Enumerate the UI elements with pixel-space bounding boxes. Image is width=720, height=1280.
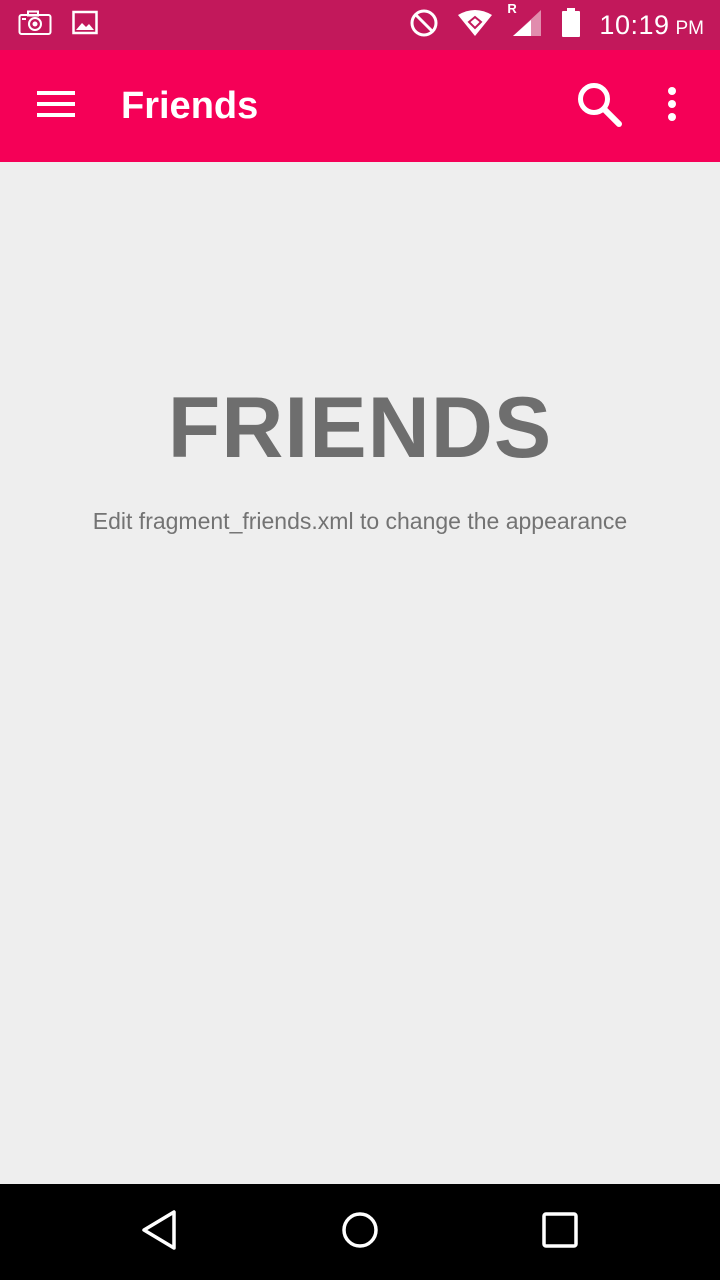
home-icon <box>340 1210 380 1255</box>
system-navigation-bar <box>0 1184 720 1280</box>
roaming-indicator: R <box>507 0 517 16</box>
recents-icon <box>541 1211 579 1254</box>
wifi-icon <box>457 9 493 42</box>
do-not-disturb-icon <box>409 8 439 43</box>
app-bar-title: Friends <box>121 85 259 127</box>
search-button[interactable] <box>568 78 630 134</box>
camera-icon <box>18 10 52 41</box>
navigation-drawer-button[interactable] <box>30 84 82 128</box>
status-time: 10:19 <box>599 9 670 40</box>
notification-icons <box>18 10 118 41</box>
recents-button[interactable] <box>530 1206 590 1258</box>
friends-fragment: FRIENDS Edit fragment_friends.xml to cha… <box>0 162 720 1184</box>
hamburger-menu-icon <box>36 89 76 124</box>
gallery-icon <box>72 10 98 41</box>
cellular-signal-icon: R <box>507 1 543 42</box>
battery-icon <box>561 7 581 43</box>
home-button[interactable] <box>330 1206 390 1258</box>
app-bar: Friends <box>0 50 720 162</box>
overflow-menu-button[interactable] <box>652 78 692 134</box>
clock: 10:19 PM <box>599 10 704 41</box>
fragment-hint-text: Edit fragment_friends.xml to change the … <box>92 508 628 534</box>
fragment-heading: FRIENDS <box>167 380 553 476</box>
status-ampm: PM <box>675 17 705 39</box>
back-button[interactable] <box>130 1206 190 1258</box>
overflow-menu-icon <box>666 86 678 127</box>
system-icons: R 10:19 PM <box>391 1 704 43</box>
status-bar: R 10:19 PM <box>0 0 720 50</box>
search-icon <box>574 80 624 133</box>
back-icon <box>140 1209 180 1256</box>
